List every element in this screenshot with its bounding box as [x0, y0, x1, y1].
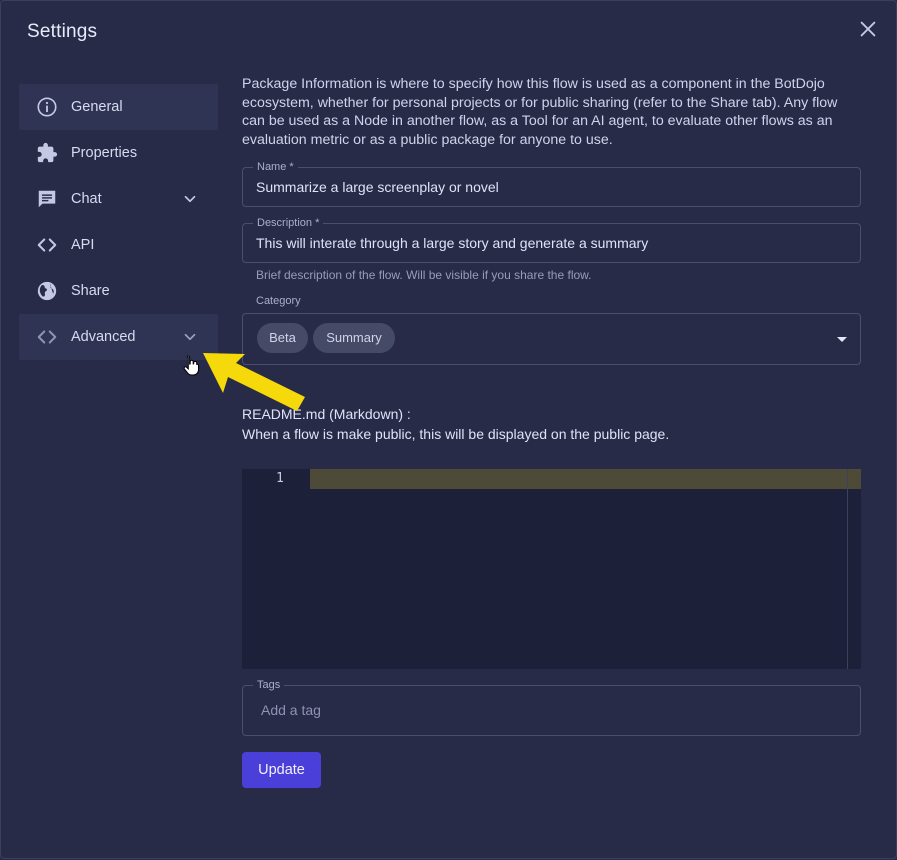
sidebar-item-label: API [71, 237, 95, 253]
sidebar-item-general[interactable]: General [19, 84, 218, 130]
close-icon [860, 21, 876, 37]
sidebar-item-api[interactable]: API [19, 222, 218, 268]
description-field[interactable]: Description * This will interate through… [242, 216, 861, 263]
category-chip-beta[interactable]: Beta [257, 323, 308, 353]
category-chip-summary[interactable]: Summary [313, 323, 395, 353]
sidebar-item-label: Advanced [71, 329, 136, 345]
intro-text: Package Information is where to specify … [242, 76, 838, 148]
description-value[interactable]: This will interate through a large story… [256, 235, 648, 251]
tags-label: Tags [253, 678, 285, 692]
dialog-title: Settings [27, 21, 98, 42]
hand-cursor-icon [183, 355, 199, 376]
close-button[interactable] [857, 18, 879, 40]
category-label: Category [256, 295, 301, 307]
readme-section: README.md (Markdown) : When a flow is ma… [242, 404, 669, 444]
chevron-down-icon[interactable] [181, 328, 199, 346]
info-icon [36, 96, 58, 118]
code-icon [36, 326, 58, 348]
package-info-panel: Package Information is where to specify … [242, 75, 862, 149]
line-number: 1 [276, 471, 284, 486]
readme-heading: README.md (Markdown) : [242, 406, 411, 422]
readme-description: When a flow is make public, this will be… [242, 426, 670, 442]
editor-overview-ruler [848, 469, 861, 489]
category-select[interactable]: Beta Summary [242, 313, 861, 365]
sidebar-item-label: Share [71, 283, 110, 299]
chevron-down-icon[interactable] [181, 190, 199, 208]
dropdown-arrow-icon[interactable] [837, 337, 847, 342]
settings-dialog: Settings General Properties Chat API Sha… [0, 0, 897, 859]
chat-icon [36, 188, 58, 210]
update-button[interactable]: Update [242, 752, 321, 788]
sidebar-item-chat[interactable]: Chat [19, 176, 218, 222]
puzzle-icon [36, 142, 58, 164]
description-label: Description * [253, 216, 324, 230]
tag-input[interactable] [259, 701, 843, 719]
description-helper-text: Brief description of the flow. Will be v… [256, 268, 592, 282]
globe-icon [36, 280, 58, 302]
settings-sidebar: General Properties Chat API Share Advanc… [19, 84, 218, 360]
active-line-highlight [310, 469, 847, 489]
sidebar-item-label: Properties [71, 145, 138, 161]
sidebar-item-label: General [71, 99, 123, 115]
sidebar-item-properties[interactable]: Properties [19, 130, 218, 176]
readme-code-editor[interactable]: 1 [242, 469, 861, 669]
sidebar-item-label: Chat [71, 191, 102, 207]
name-label: Name * [253, 160, 298, 174]
sidebar-item-share[interactable]: Share [19, 268, 218, 314]
editor-scrollbar[interactable] [847, 469, 848, 669]
name-field[interactable]: Name * Summarize a large screenplay or n… [242, 160, 861, 207]
name-value[interactable]: Summarize a large screenplay or novel [256, 179, 499, 195]
code-icon [36, 234, 58, 256]
